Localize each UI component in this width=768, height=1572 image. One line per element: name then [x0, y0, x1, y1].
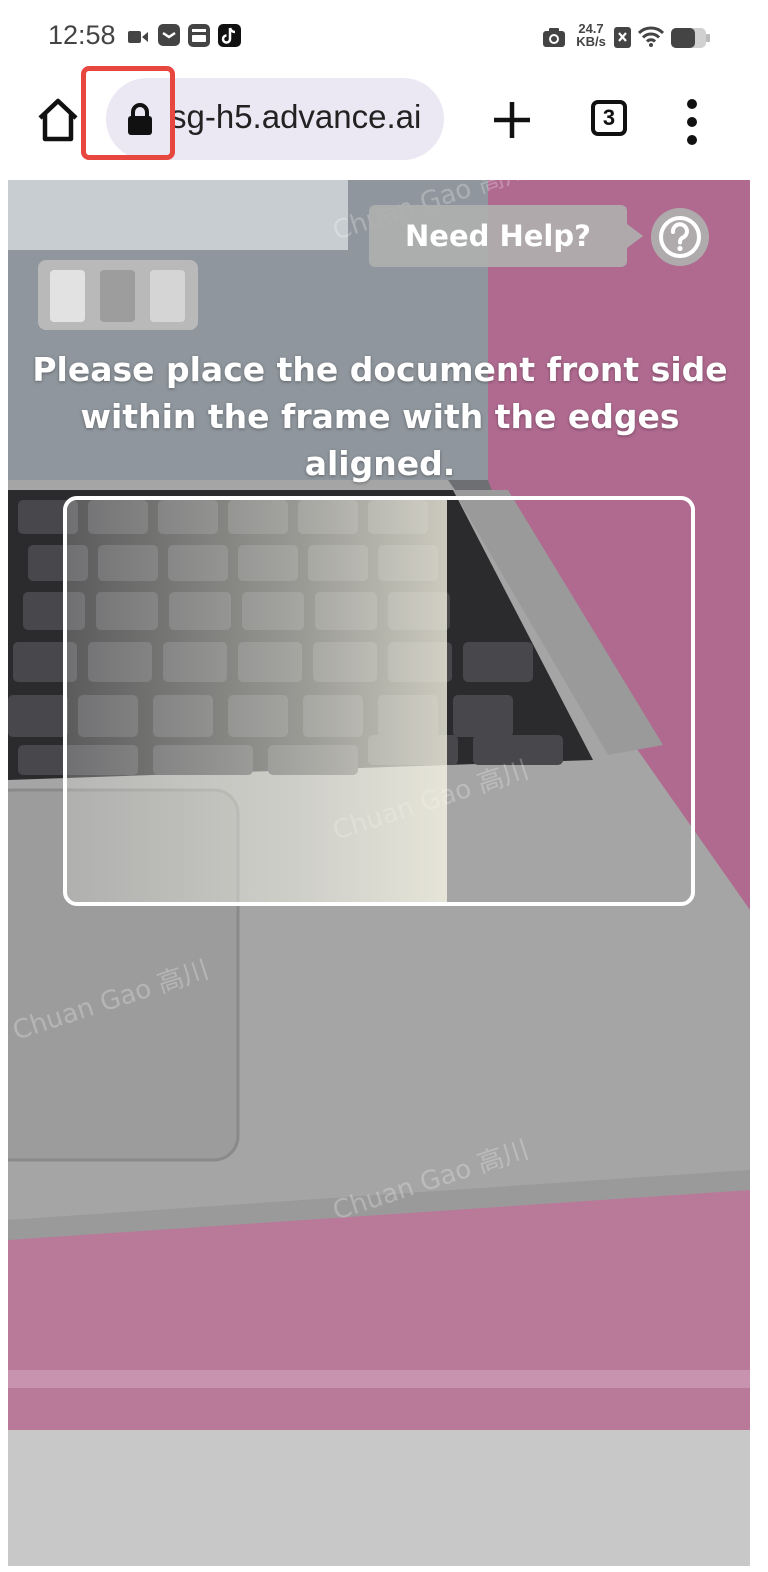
question-circle-icon[interactable]: [651, 208, 709, 266]
messenger-icon: [158, 24, 180, 46]
no-signal-icon: [614, 27, 631, 48]
network-speed: 24.7 KB/s: [573, 22, 609, 48]
tiktok-icon: [218, 24, 241, 47]
sim-icon: [188, 24, 210, 47]
page: 12:58 24.7 KB/s sg-h5.advance.ai 3 Gao 高…: [0, 0, 768, 1572]
status-time: 12:58: [48, 20, 116, 50]
battery-icon: [671, 28, 710, 48]
plus-icon[interactable]: [490, 98, 534, 142]
browser-toolbar: sg-h5.advance.ai 3: [0, 66, 768, 178]
url-text[interactable]: sg-h5.advance.ai: [170, 98, 421, 136]
capture-instruction: Please place the document front side wit…: [32, 350, 728, 483]
help-button[interactable]: [651, 208, 709, 266]
status-bar: 12:58 24.7 KB/s: [0, 0, 768, 72]
need-help-button[interactable]: Need Help?: [369, 205, 643, 267]
tab-switcher-button[interactable]: 3: [591, 100, 627, 136]
more-vertical-icon[interactable]: [680, 96, 704, 148]
frame-glare: [67, 500, 447, 902]
video-camera-icon: [128, 31, 148, 43]
highlight-annotation: [81, 66, 175, 160]
wifi-icon: [638, 26, 664, 47]
home-icon[interactable]: [34, 96, 82, 144]
network-speed-unit: KB/s: [576, 34, 606, 49]
document-frame: [63, 496, 695, 906]
camera-icon: [543, 28, 565, 47]
